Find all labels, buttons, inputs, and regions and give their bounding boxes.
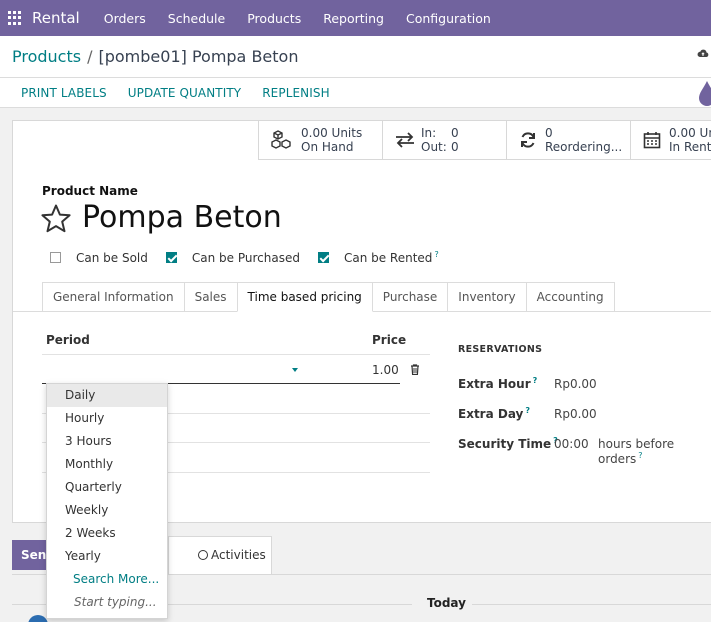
product-name-field[interactable]: Pompa Beton — [82, 200, 282, 235]
form-tabs: General Information Sales Time based pri… — [42, 282, 615, 312]
trash-icon[interactable] — [410, 364, 420, 375]
dropdown-option-3-hours[interactable]: 3 Hours — [47, 430, 167, 453]
reservations-heading: RESERVATIONS — [458, 344, 543, 355]
extra-hour-label: Extra Hour? — [458, 376, 537, 391]
menu-orders[interactable]: Orders — [104, 11, 146, 26]
today-divider-right — [472, 604, 711, 605]
update-quantity-button[interactable]: UPDATE QUANTITY — [128, 86, 242, 100]
app-brand[interactable]: Rental — [32, 9, 80, 27]
security-time-label: Security Time? — [458, 436, 558, 451]
stat-buttons: 0.00 Units On Hand In: 0 Out: 0 0 Reorde… — [258, 120, 711, 160]
reordering-stat-button[interactable]: 0 Reordering... — [506, 120, 630, 160]
breadcrumb-separator: / — [87, 47, 93, 66]
can-be-sold-checkbox[interactable] — [50, 252, 61, 263]
start-typing-hint: Start typing... — [74, 595, 157, 609]
caret-down-icon[interactable] — [292, 368, 298, 372]
purple-drop-icon — [699, 81, 711, 106]
action-bar: PRINT LABELS UPDATE QUANTITY REPLENISH — [0, 78, 711, 108]
top-navbar: Rental Orders Schedule Products Reportin… — [0, 0, 711, 36]
extra-day-text: Extra Day — [458, 407, 524, 421]
dropdown-option-yearly[interactable]: Yearly — [47, 545, 167, 568]
cubes-icon — [271, 130, 291, 149]
calendar-icon — [643, 132, 661, 149]
product-options: Can be Sold Can be Purchased Can be Rent… — [50, 250, 457, 265]
dropdown-option-2-weeks[interactable]: 2 Weeks — [47, 522, 167, 545]
search-more-link[interactable]: Search More... — [47, 568, 167, 591]
clock-icon — [198, 550, 208, 560]
extra-day-field[interactable]: Rp0.00 — [554, 407, 597, 421]
activities-button[interactable]: Activities — [211, 548, 266, 562]
in-rental-label: In Renta — [669, 140, 711, 154]
in-rental-stat-button[interactable]: 0.00 Un In Renta — [630, 120, 711, 160]
help-tooltip-icon[interactable]: ? — [434, 250, 438, 259]
tab-time-based-pricing[interactable]: Time based pricing — [236, 282, 373, 312]
tab-sales[interactable]: Sales — [183, 282, 238, 312]
reordering-value: 0 — [545, 126, 553, 140]
replenish-button[interactable]: REPLENISH — [262, 86, 329, 100]
refresh-icon — [521, 132, 535, 148]
extra-hour-field[interactable]: Rp0.00 — [554, 377, 597, 391]
help-tooltip-icon[interactable]: ? — [533, 376, 538, 385]
security-time-suffix: hours before orders? — [598, 437, 711, 466]
cloud-save-icon[interactable] — [697, 48, 709, 58]
in-out-stat-button[interactable]: In: 0 Out: 0 — [382, 120, 506, 160]
in-value: 0 — [451, 126, 459, 140]
breadcrumb-current: [pombe01] Pompa Beton — [98, 47, 299, 66]
dropdown-option-monthly[interactable]: Monthly — [47, 453, 167, 476]
breadcrumb-products-link[interactable]: Products — [12, 47, 81, 66]
favorite-star-icon[interactable] — [40, 203, 72, 235]
menu-reporting[interactable]: Reporting — [323, 11, 384, 26]
can-be-purchased-checkbox[interactable] — [165, 252, 177, 263]
print-labels-button[interactable]: PRINT LABELS — [21, 86, 107, 100]
on-hand-stat-button[interactable]: 0.00 Units On Hand — [258, 120, 382, 160]
security-time-text: Security Time — [458, 437, 552, 451]
tab-general-information[interactable]: General Information — [42, 282, 185, 312]
can-be-purchased-label: Can be Purchased — [191, 250, 300, 265]
security-time-field[interactable]: 00:00 — [554, 437, 589, 451]
column-header-period[interactable]: Period — [46, 333, 90, 347]
out-value: 0 — [451, 140, 459, 154]
extra-day-label: Extra Day? — [458, 406, 530, 421]
breadcrumb: Products / [pombe01] Pompa Beton — [0, 36, 711, 78]
in-rental-value: 0.00 Un — [669, 126, 711, 140]
exchange-arrows-icon — [396, 132, 414, 148]
menu-schedule[interactable]: Schedule — [168, 11, 225, 26]
menu-configuration[interactable]: Configuration — [406, 11, 491, 26]
dropdown-option-quarterly[interactable]: Quarterly — [47, 476, 167, 499]
tab-inventory[interactable]: Inventory — [447, 282, 527, 312]
reordering-label: Reordering... — [545, 140, 623, 154]
price-input[interactable]: 1.00 — [372, 363, 399, 377]
out-label: Out: — [421, 140, 447, 154]
table-header-divider — [42, 354, 430, 355]
product-name-label: Product Name — [42, 184, 138, 198]
dropdown-option-daily[interactable]: Daily — [47, 384, 167, 407]
tab-purchase[interactable]: Purchase — [371, 282, 449, 312]
can-be-rented-text: Can be Rented — [343, 251, 433, 265]
security-time-suffix-text: hours before orders — [598, 437, 675, 466]
period-dropdown-menu: Daily Hourly 3 Hours Monthly Quarterly W… — [46, 383, 168, 619]
tab-accounting[interactable]: Accounting — [525, 282, 615, 312]
dropdown-option-hourly[interactable]: Hourly — [47, 407, 167, 430]
apps-menu-icon[interactable] — [8, 11, 22, 25]
today-separator: Today — [427, 596, 466, 610]
in-label: In: — [421, 126, 437, 140]
extra-hour-text: Extra Hour — [458, 377, 531, 391]
on-hand-value: 0.00 Units — [301, 126, 363, 140]
help-tooltip-icon[interactable]: ? — [525, 406, 530, 415]
on-hand-label: On Hand — [301, 140, 354, 154]
can-be-sold-label: Can be Sold — [76, 250, 148, 265]
help-tooltip-icon[interactable]: ? — [638, 451, 642, 460]
can-be-rented-checkbox[interactable] — [317, 252, 329, 263]
can-be-rented-label: Can be Rented? — [344, 250, 439, 265]
dropdown-option-weekly[interactable]: Weekly — [47, 499, 167, 522]
column-header-price[interactable]: Price — [372, 333, 406, 347]
menu-products[interactable]: Products — [247, 11, 301, 26]
